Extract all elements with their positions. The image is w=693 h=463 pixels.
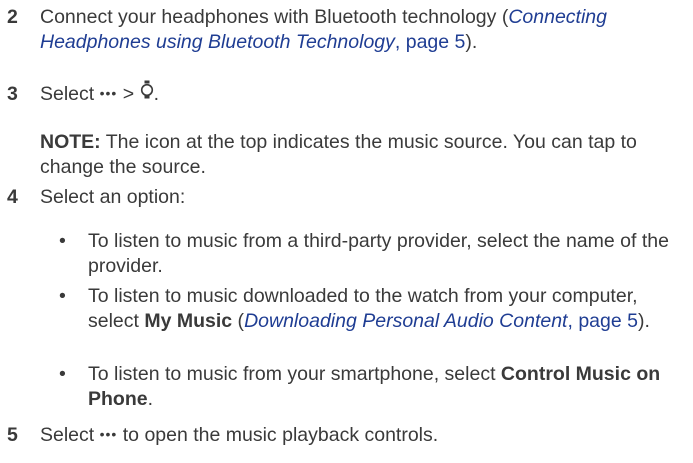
cross-reference-link[interactable]: Downloading Personal Audio Content, page… [244,310,638,332]
manual-page: 2 Connect your headphones with Bluetooth… [0,0,693,463]
step-number: 2 [7,6,18,28]
note-label: NOTE: [40,131,101,153]
step-text: Select ••• > . [40,80,687,108]
step-number: 3 [7,83,18,105]
note-text: The icon at the top indicates the music … [40,131,637,178]
note: NOTE: The icon at the top indicates the … [40,130,687,179]
bullet: • [59,230,66,252]
step-text: Connect your headphones with Bluetooth t… [40,6,607,53]
step-text: Select an option: [40,186,186,208]
step-number: 5 [7,424,18,446]
more-options-icon: ••• [99,425,118,442]
bullet: • [59,363,66,385]
bullet: • [59,285,66,307]
music-source-icon [140,80,154,106]
step-number: 4 [7,186,18,208]
menu-option-my-music: My Music [144,309,233,332]
step-text: Select ••• to open the music playback co… [40,423,687,448]
more-options-icon: ••• [99,84,118,101]
